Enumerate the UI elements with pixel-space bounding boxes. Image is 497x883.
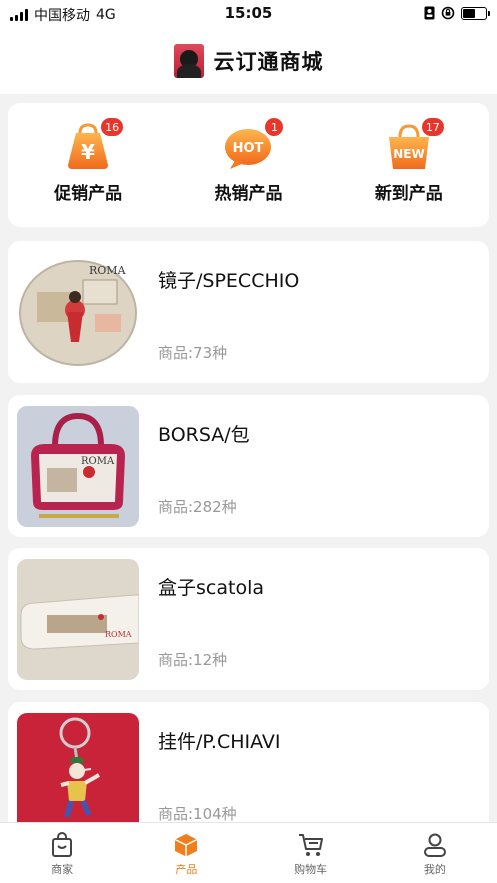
shopping-bag-icon [52,832,73,857]
orientation-lock-icon [441,6,455,20]
category-promotion[interactable]: ¥ 16 促销产品 [23,117,153,204]
id-card-icon [424,6,435,20]
category-hot[interactable]: HOT 1 热销产品 [183,117,313,204]
page-title: 云订通商城 [213,50,324,74]
product-image-mirror: ROMA [17,252,139,373]
product-image-text: ROMA [89,264,127,277]
app-header: 云订通商城 [0,28,497,94]
tab-label: 商家 [51,863,74,876]
product-image-box: ROMA [17,559,139,680]
category-icon-text: HOT [233,141,264,156]
shop-logo [173,44,204,78]
hot-count-badge: 1 [264,117,285,137]
tab-products[interactable]: 产品 [124,823,248,883]
category-label: 新到产品 [374,184,443,204]
product-name: 盒子scatola [158,577,264,599]
product-image-text: ROMA [105,630,132,639]
cart-icon [298,834,323,856]
tab-cart[interactable]: 购物车 [249,823,373,883]
status-time: 15:05 [224,4,273,22]
product-name: 挂件/P.CHIAVI [158,731,281,753]
new-bag-icon: NEW 17 [383,117,445,171]
category-shortcuts: ¥ 16 促销产品 HOT 1 热销产品 NEW 17 新到产品 [8,103,489,227]
product-count: 商品:73种 [158,344,228,362]
product-image-bag: ROMA [17,406,139,527]
product-card-bag[interactable]: ROMA BORSA/包 商品:282种 [8,395,489,537]
tab-label: 购物车 [294,863,328,876]
user-icon [423,833,446,857]
product-card-box[interactable]: ROMA 盒子scatola 商品:12种 [8,548,489,690]
promotion-count-badge: 16 [100,117,125,137]
category-new[interactable]: NEW 17 新到产品 [344,117,474,204]
tab-label: 产品 [175,863,198,876]
category-icon-text: ¥ [81,140,95,164]
box-icon [175,834,198,857]
tab-profile[interactable]: 我的 [373,823,497,883]
product-count: 商品:12种 [158,651,228,669]
bottom-tab-bar: 商家 产品 购物车 我的 [0,822,497,883]
battery-icon [461,6,490,20]
new-count-badge: 17 [420,117,445,137]
product-name: BORSA/包 [158,424,250,446]
tab-label: 我的 [423,863,446,876]
hot-bubble-icon: HOT 1 [222,117,285,171]
tab-merchant[interactable]: 商家 [0,823,124,883]
product-image-keychain [17,713,139,834]
category-label: 热销产品 [214,184,283,204]
product-count: 商品:104种 [158,805,237,823]
category-icon-text: NEW [393,147,424,161]
product-name: 镜子/SPECCHIO [158,270,300,292]
status-right [424,6,490,20]
product-card-mirror[interactable]: ROMA 镜子/SPECCHIO 商品:73种 [8,241,489,383]
product-count: 商品:282种 [158,498,237,516]
category-label: 促销产品 [54,184,123,204]
status-bar: 中国移动 4G 15:05 [0,0,497,28]
yuan-bag-icon: ¥ 16 [62,117,125,171]
product-image-text: ROMA [81,456,115,467]
